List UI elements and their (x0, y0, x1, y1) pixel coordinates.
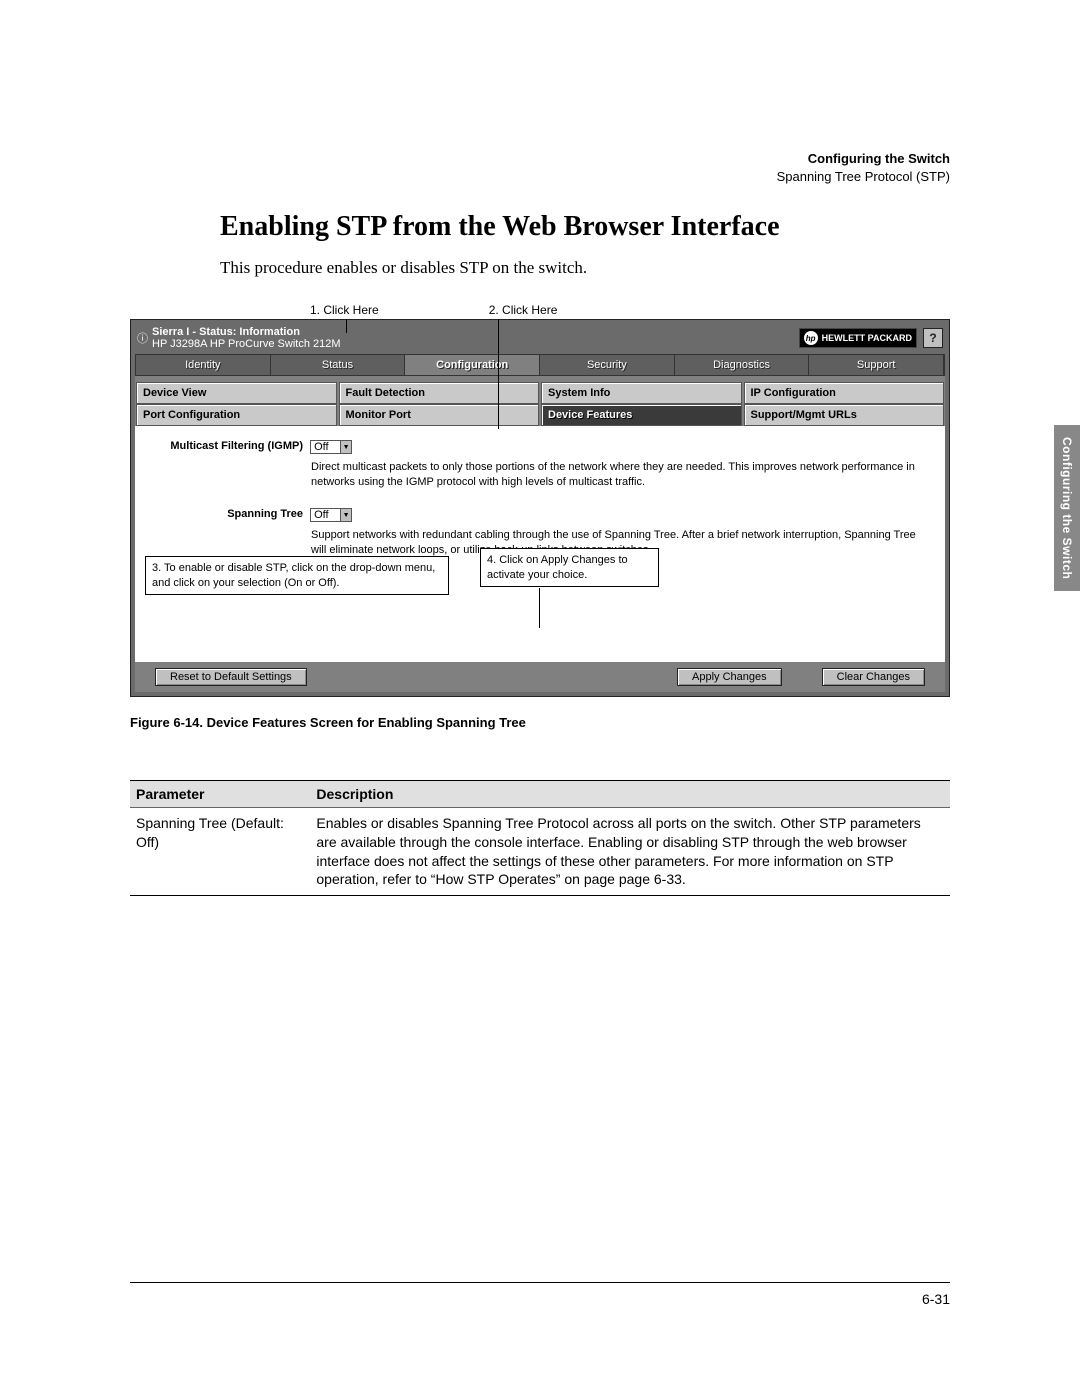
hp-logo-text: HEWLETT PACKARD (822, 334, 912, 342)
subtab-system-info[interactable]: System Info (541, 382, 742, 404)
callouts-top: 1. Click Here 2. Click Here (130, 303, 950, 317)
igmp-label: Multicast Filtering (IGMP) (151, 440, 307, 452)
clear-button[interactable]: Clear Changes (822, 668, 925, 686)
th-description: Description (310, 780, 950, 807)
hp-logo: hp HEWLETT PACKARD (799, 328, 917, 348)
window-titlebar: ⓘ Sierra I - Status: Information HP J329… (135, 324, 945, 354)
button-bar: Reset to Default Settings Apply Changes … (135, 662, 945, 692)
callout-line-1 (346, 319, 347, 333)
chapter-title: Configuring the Switch (130, 150, 950, 168)
section-subtitle: Spanning Tree Protocol (STP) (130, 168, 950, 186)
callout-1: 1. Click Here (310, 303, 379, 317)
tab-status[interactable]: Status (271, 355, 406, 375)
page-footer: 6-31 (130, 1282, 950, 1307)
side-tab: Configuring the Switch (1054, 425, 1080, 591)
title-bold: Sierra I - Status: Information (152, 326, 300, 338)
info-icon: ⓘ (137, 330, 148, 346)
tab-configuration[interactable]: Configuration (405, 355, 540, 375)
field-igmp: Multicast Filtering (IGMP) Off (151, 440, 929, 454)
tab-support[interactable]: Support (809, 355, 944, 375)
page-number: 6-31 (922, 1291, 950, 1307)
subtab-monitor-port[interactable]: Monitor Port (339, 404, 540, 426)
stp-label: Spanning Tree (151, 508, 307, 520)
parameter-table: Parameter Description Spanning Tree (Def… (130, 780, 950, 897)
title-info: Sierra I - Status: Information HP J3298A… (152, 326, 799, 350)
apply-button[interactable]: Apply Changes (677, 668, 782, 686)
th-parameter: Parameter (130, 780, 310, 807)
callout-4: 4. Click on Apply Changes to activate yo… (480, 548, 659, 587)
content-pane: Multicast Filtering (IGMP) Off Direct mu… (135, 426, 945, 661)
subtab-fault-detection[interactable]: Fault Detection (339, 382, 540, 404)
page-title: Enabling STP from the Web Browser Interf… (220, 211, 950, 243)
igmp-dropdown[interactable]: Off (310, 440, 352, 454)
figure-caption: Figure 6-14. Device Features Screen for … (130, 715, 950, 730)
subtab-ip-configuration[interactable]: IP Configuration (744, 382, 945, 404)
field-spanning-tree: Spanning Tree Off (151, 508, 929, 522)
browser-window: ⓘ Sierra I - Status: Information HP J329… (130, 319, 950, 696)
intro-text: This procedure enables or disables STP o… (220, 258, 950, 278)
callout-2: 2. Click Here (489, 303, 558, 317)
tab-security[interactable]: Security (540, 355, 675, 375)
stp-dropdown[interactable]: Off (310, 508, 352, 522)
running-header: Configuring the Switch Spanning Tree Pro… (130, 150, 950, 186)
main-tabs: Identity Status Configuration Security D… (135, 354, 945, 376)
tab-identity[interactable]: Identity (136, 355, 271, 375)
table-row: Spanning Tree (Default: Off) Enables or … (130, 807, 950, 896)
title-sub: HP J3298A HP ProCurve Switch 212M (152, 338, 341, 350)
sub-tabs: Device View Fault Detection System Info … (135, 376, 945, 691)
callout-line-2 (498, 319, 499, 429)
td-parameter: Spanning Tree (Default: Off) (130, 807, 310, 896)
subtab-device-features[interactable]: Device Features (541, 404, 742, 426)
subtab-support-mgmt-urls[interactable]: Support/Mgmt URLs (744, 404, 945, 426)
subtab-device-view[interactable]: Device View (136, 382, 337, 404)
subtab-port-configuration[interactable]: Port Configuration (136, 404, 337, 426)
td-description: Enables or disables Spanning Tree Protoc… (310, 807, 950, 896)
tab-diagnostics[interactable]: Diagnostics (675, 355, 810, 375)
help-button[interactable]: ? (923, 328, 943, 348)
hp-mark-icon: hp (804, 331, 818, 345)
right-buttons: Apply Changes Clear Changes (677, 668, 925, 686)
callout-line-4 (539, 588, 540, 628)
igmp-description: Direct multicast packets to only those p… (311, 460, 929, 490)
screenshot-wrapper: 1. Click Here 2. Click Here ⓘ Sierra I -… (130, 303, 950, 696)
page: Configuring the Switch Spanning Tree Pro… (0, 0, 1080, 1397)
reset-button[interactable]: Reset to Default Settings (155, 668, 307, 686)
callout-3: 3. To enable or disable STP, click on th… (145, 556, 449, 595)
